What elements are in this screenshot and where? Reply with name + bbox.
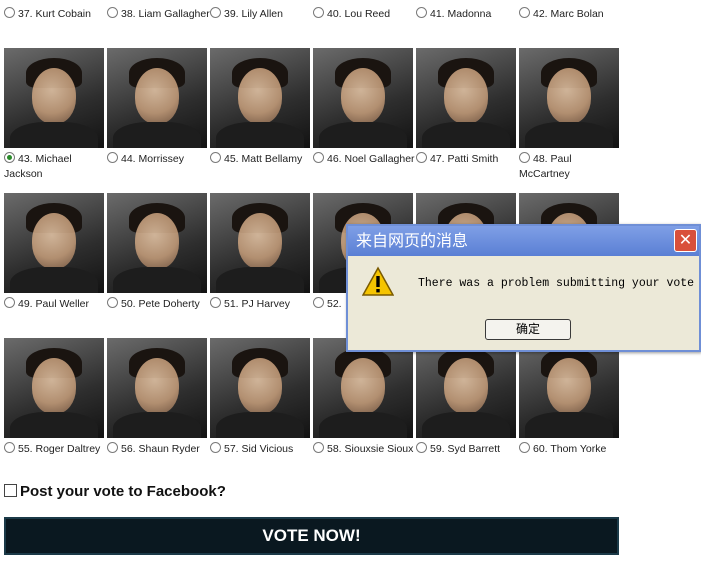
candidate-option[interactable]: 42. Marc Bolan bbox=[519, 7, 622, 22]
ok-button[interactable]: 确定 bbox=[485, 319, 571, 340]
candidate-label: 60. Thom Yorke bbox=[533, 443, 607, 455]
candidate-label: 51. PJ Harvey bbox=[224, 298, 290, 310]
radio-button[interactable] bbox=[416, 7, 427, 18]
candidate-photo bbox=[107, 48, 207, 148]
dialog-title: 来自网页的消息 bbox=[348, 226, 699, 256]
radio-button[interactable] bbox=[313, 297, 324, 308]
radio-button[interactable] bbox=[210, 297, 221, 308]
facebook-checkbox[interactable] bbox=[4, 484, 17, 497]
candidate-option[interactable]: 37. Kurt Cobain bbox=[4, 7, 107, 22]
candidate-option[interactable]: 41. Madonna bbox=[416, 7, 519, 22]
candidate-option[interactable]: 57. Sid Vicious bbox=[210, 442, 313, 457]
candidate-photo bbox=[4, 193, 104, 293]
candidate-photo bbox=[210, 48, 310, 148]
candidate-option[interactable]: 46. Noel Gallagher bbox=[313, 152, 416, 167]
facebook-option[interactable]: Post your vote to Facebook? bbox=[4, 483, 226, 500]
radio-button[interactable] bbox=[107, 297, 118, 308]
candidate-label: 57. Sid Vicious bbox=[224, 443, 294, 455]
candidate-option[interactable]: 51. PJ Harvey bbox=[210, 297, 313, 312]
candidate-option[interactable]: 59. Syd Barrett bbox=[416, 442, 519, 457]
candidate-label: 47. Patti Smith bbox=[430, 153, 499, 165]
candidate-option[interactable]: 56. Shaun Ryder bbox=[107, 442, 210, 457]
candidate-photo bbox=[4, 48, 104, 148]
radio-button[interactable] bbox=[519, 442, 530, 453]
candidate-label: 56. Shaun Ryder bbox=[121, 443, 200, 455]
candidate-photo bbox=[210, 338, 310, 438]
radio-button[interactable] bbox=[107, 7, 118, 18]
radio-button[interactable] bbox=[4, 7, 15, 18]
candidate-label: 49. Paul Weller bbox=[18, 298, 90, 310]
candidate-photo bbox=[519, 48, 619, 148]
radio-button[interactable] bbox=[313, 152, 324, 163]
candidate-option[interactable]: 45. Matt Bellamy bbox=[210, 152, 313, 167]
radio-button[interactable] bbox=[210, 442, 221, 453]
candidate-label: 37. Kurt Cobain bbox=[18, 8, 91, 20]
warning-icon bbox=[362, 266, 394, 296]
close-icon[interactable]: ✕ bbox=[674, 229, 697, 252]
candidate-photo bbox=[313, 48, 413, 148]
radio-button[interactable] bbox=[4, 442, 15, 453]
candidate-label: 38. Liam Gallagher bbox=[121, 8, 210, 20]
radio-button[interactable] bbox=[519, 7, 530, 18]
candidate-photo bbox=[210, 193, 310, 293]
radio-button[interactable] bbox=[210, 152, 221, 163]
candidate-photo bbox=[313, 338, 413, 438]
candidate-option[interactable]: 60. Thom Yorke bbox=[519, 442, 622, 457]
candidate-label: 42. Marc Bolan bbox=[533, 8, 604, 20]
candidate-option[interactable]: 39. Lily Allen bbox=[210, 7, 313, 22]
candidate-photo bbox=[416, 48, 516, 148]
radio-button[interactable] bbox=[313, 442, 324, 453]
candidate-option[interactable]: 58. Siouxsie Sioux bbox=[313, 442, 416, 457]
candidate-photo bbox=[107, 193, 207, 293]
facebook-label: Post your vote to Facebook? bbox=[20, 483, 226, 500]
candidate-label: 41. Madonna bbox=[430, 8, 492, 20]
candidate-photo bbox=[416, 338, 516, 438]
candidate-option[interactable]: 50. Pete Doherty bbox=[107, 297, 210, 312]
candidate-option[interactable]: 48. Paul McCartney bbox=[519, 152, 622, 182]
radio-button[interactable] bbox=[210, 7, 221, 18]
candidate-label: 59. Syd Barrett bbox=[430, 443, 501, 455]
radio-button[interactable] bbox=[416, 152, 427, 163]
radio-button-selected[interactable] bbox=[4, 152, 15, 163]
candidate-label: 55. Roger Daltrey bbox=[18, 443, 101, 455]
candidate-option[interactable]: 55. Roger Daltrey bbox=[4, 442, 107, 457]
candidate-label: 45. Matt Bellamy bbox=[224, 153, 303, 165]
candidate-option[interactable]: 43. Michael Jackson bbox=[4, 152, 107, 182]
radio-button[interactable] bbox=[107, 442, 118, 453]
candidate-label: 58. Siouxsie Sioux bbox=[327, 443, 414, 455]
candidate-label: 52. bbox=[327, 298, 342, 310]
candidate-option[interactable]: 49. Paul Weller bbox=[4, 297, 107, 312]
radio-button[interactable] bbox=[107, 152, 118, 163]
radio-button[interactable] bbox=[416, 442, 427, 453]
radio-button[interactable] bbox=[313, 7, 324, 18]
candidate-label: 40. Lou Reed bbox=[327, 8, 391, 20]
dialog-message: There was a problem submitting your vote bbox=[418, 277, 695, 290]
candidate-option[interactable]: 40. Lou Reed bbox=[313, 7, 416, 22]
candidate-photo bbox=[4, 338, 104, 438]
radio-button[interactable] bbox=[519, 152, 530, 163]
alert-dialog: 来自网页的消息 ✕ There was a problem submitting… bbox=[346, 224, 701, 352]
candidate-option[interactable]: 38. Liam Gallagher bbox=[107, 7, 210, 22]
candidate-label: 39. Lily Allen bbox=[224, 8, 283, 20]
candidate-option[interactable]: 47. Patti Smith bbox=[416, 152, 519, 167]
candidate-label: 46. Noel Gallagher bbox=[327, 153, 415, 165]
candidate-label: 44. Morrissey bbox=[121, 153, 185, 165]
radio-button[interactable] bbox=[4, 297, 15, 308]
candidate-photo bbox=[519, 338, 619, 438]
vote-now-button[interactable]: VOTE NOW! bbox=[4, 517, 619, 555]
candidate-label: 50. Pete Doherty bbox=[121, 298, 200, 310]
candidate-option[interactable]: 44. Morrissey bbox=[107, 152, 210, 167]
candidate-photo bbox=[107, 338, 207, 438]
